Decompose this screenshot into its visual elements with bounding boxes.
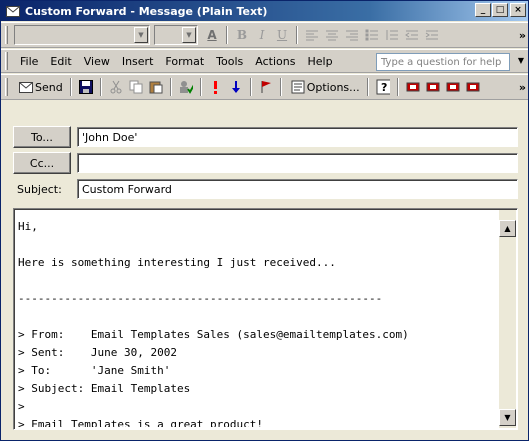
message-body-text[interactable]: Hi, Here is something interesting I just… xyxy=(18,218,495,427)
delete-item-icon[interactable] xyxy=(464,78,482,96)
menu-edit[interactable]: Edit xyxy=(50,55,71,68)
importance-high-icon[interactable] xyxy=(207,78,225,96)
increase-indent-icon[interactable] xyxy=(422,25,442,45)
align-center-icon[interactable] xyxy=(322,25,342,45)
options-label: Options... xyxy=(306,80,360,94)
body-line: ----------------------------------------… xyxy=(18,292,383,305)
toolbar-separator xyxy=(249,78,252,96)
body-line xyxy=(18,272,495,290)
chevron-down-icon[interactable]: ▼ xyxy=(182,27,196,43)
menu-tools[interactable]: Tools xyxy=(216,55,243,68)
subject-label: Subject: xyxy=(17,182,62,196)
cut-icon[interactable] xyxy=(107,78,125,96)
bullets-icon[interactable] xyxy=(362,25,382,45)
help-search-input[interactable]: Type a question for help xyxy=(376,53,510,71)
subject-field[interactable]: Custom Forward xyxy=(77,179,518,199)
help-icon[interactable]: ? xyxy=(374,78,392,96)
toolbar-separator xyxy=(226,26,228,44)
cc-field[interactable] xyxy=(77,153,518,173)
body-line: > To: 'Jane Smith' xyxy=(18,364,171,377)
options-icon xyxy=(289,78,307,96)
menu-bar: File Edit View Insert Format Tools Actio… xyxy=(1,49,528,73)
font-size-combo[interactable]: ▼ xyxy=(154,25,198,45)
minimize-button[interactable]: _ xyxy=(475,3,491,17)
send-button[interactable]: Send xyxy=(15,76,65,98)
chevron-down-icon[interactable]: ▼ xyxy=(134,27,148,43)
italic-button[interactable]: I xyxy=(252,25,272,45)
to-button[interactable]: To... xyxy=(13,126,71,148)
menu-help[interactable]: Help xyxy=(307,55,332,68)
body-line: > From: Email Templates Sales (sales@ema… xyxy=(18,328,409,341)
title-bar[interactable]: Custom Forward - Message (Plain Text) _ … xyxy=(1,1,528,21)
copy-icon[interactable] xyxy=(127,78,145,96)
body-line xyxy=(18,308,495,326)
body-line: > Sent: June 30, 2002 xyxy=(18,346,177,359)
body-line: > Subject: Email Templates xyxy=(18,382,191,395)
toolbar-overflow-icon[interactable]: » xyxy=(519,29,526,42)
chevron-down-icon[interactable]: ▼ xyxy=(518,56,524,65)
scroll-up-icon[interactable]: ▲ xyxy=(499,220,516,237)
message-body[interactable]: Hi, Here is something interesting I just… xyxy=(13,208,518,430)
toolbar-separator xyxy=(296,26,298,44)
paste-icon[interactable] xyxy=(147,78,165,96)
svg-text:?: ? xyxy=(381,81,387,94)
toolbar-grip[interactable] xyxy=(5,52,8,70)
formatting-toolbar: ▼ ▼ A B I U » xyxy=(1,22,528,48)
to-field[interactable]: 'John Doe' xyxy=(77,127,518,147)
toolbar-separator xyxy=(169,78,172,96)
message-window: Custom Forward - Message (Plain Text) _ … xyxy=(0,0,529,441)
toolbar-separator xyxy=(396,78,399,96)
next-item-icon[interactable] xyxy=(424,78,442,96)
standard-toolbar: Send Options... ? » xyxy=(1,74,528,100)
previous-item-icon[interactable] xyxy=(404,78,422,96)
underline-button[interactable]: U xyxy=(272,25,292,45)
menu-view[interactable]: View xyxy=(84,55,110,68)
menu-file[interactable]: File xyxy=(20,55,38,68)
flag-icon[interactable] xyxy=(257,78,275,96)
importance-low-icon[interactable] xyxy=(227,78,245,96)
vertical-scrollbar[interactable]: ▲ ▼ xyxy=(499,210,516,428)
toolbar-grip[interactable] xyxy=(5,78,8,96)
body-line: > Email Templates is a great product! xyxy=(18,418,264,427)
body-line xyxy=(18,236,495,254)
move-item-icon[interactable] xyxy=(444,78,462,96)
toolbar-overflow-icon[interactable]: » xyxy=(519,81,526,94)
window-title: Custom Forward - Message (Plain Text) xyxy=(25,4,268,18)
toolbar-separator xyxy=(99,78,102,96)
check-names-icon[interactable] xyxy=(177,78,195,96)
save-icon[interactable] xyxy=(77,78,95,96)
menu-format[interactable]: Format xyxy=(165,55,204,68)
cc-button[interactable]: Cc... xyxy=(13,152,71,174)
cc-row: Cc... xyxy=(13,152,518,174)
subject-row: Subject: Custom Forward xyxy=(13,179,518,199)
toolbar-separator xyxy=(69,78,72,96)
toolbar-separator xyxy=(279,78,282,96)
align-left-icon[interactable] xyxy=(302,25,322,45)
toolbar-separator xyxy=(199,78,202,96)
send-label: Send xyxy=(35,80,63,94)
bold-button[interactable]: B xyxy=(232,25,252,45)
options-button[interactable]: Options... xyxy=(287,76,362,98)
body-line: Here is something interesting I just rec… xyxy=(18,256,336,269)
close-button[interactable]: × xyxy=(510,3,526,17)
decrease-indent-icon[interactable] xyxy=(402,25,422,45)
toolbar-grip[interactable] xyxy=(5,26,8,44)
maximize-button[interactable]: □ xyxy=(492,3,508,17)
toolbar-separator xyxy=(366,78,369,96)
body-line: Hi, xyxy=(18,220,38,233)
font-color-button[interactable]: A xyxy=(202,25,222,45)
numbering-icon[interactable] xyxy=(382,25,402,45)
to-row: To... 'John Doe' xyxy=(13,126,518,148)
menu-insert[interactable]: Insert xyxy=(122,55,154,68)
align-right-icon[interactable] xyxy=(342,25,362,45)
scroll-down-icon[interactable]: ▼ xyxy=(499,409,516,426)
font-name-combo[interactable]: ▼ xyxy=(14,25,150,45)
envelope-icon xyxy=(5,5,21,17)
menu-actions[interactable]: Actions xyxy=(255,55,295,68)
send-icon xyxy=(17,78,35,96)
body-line: > xyxy=(18,400,25,413)
